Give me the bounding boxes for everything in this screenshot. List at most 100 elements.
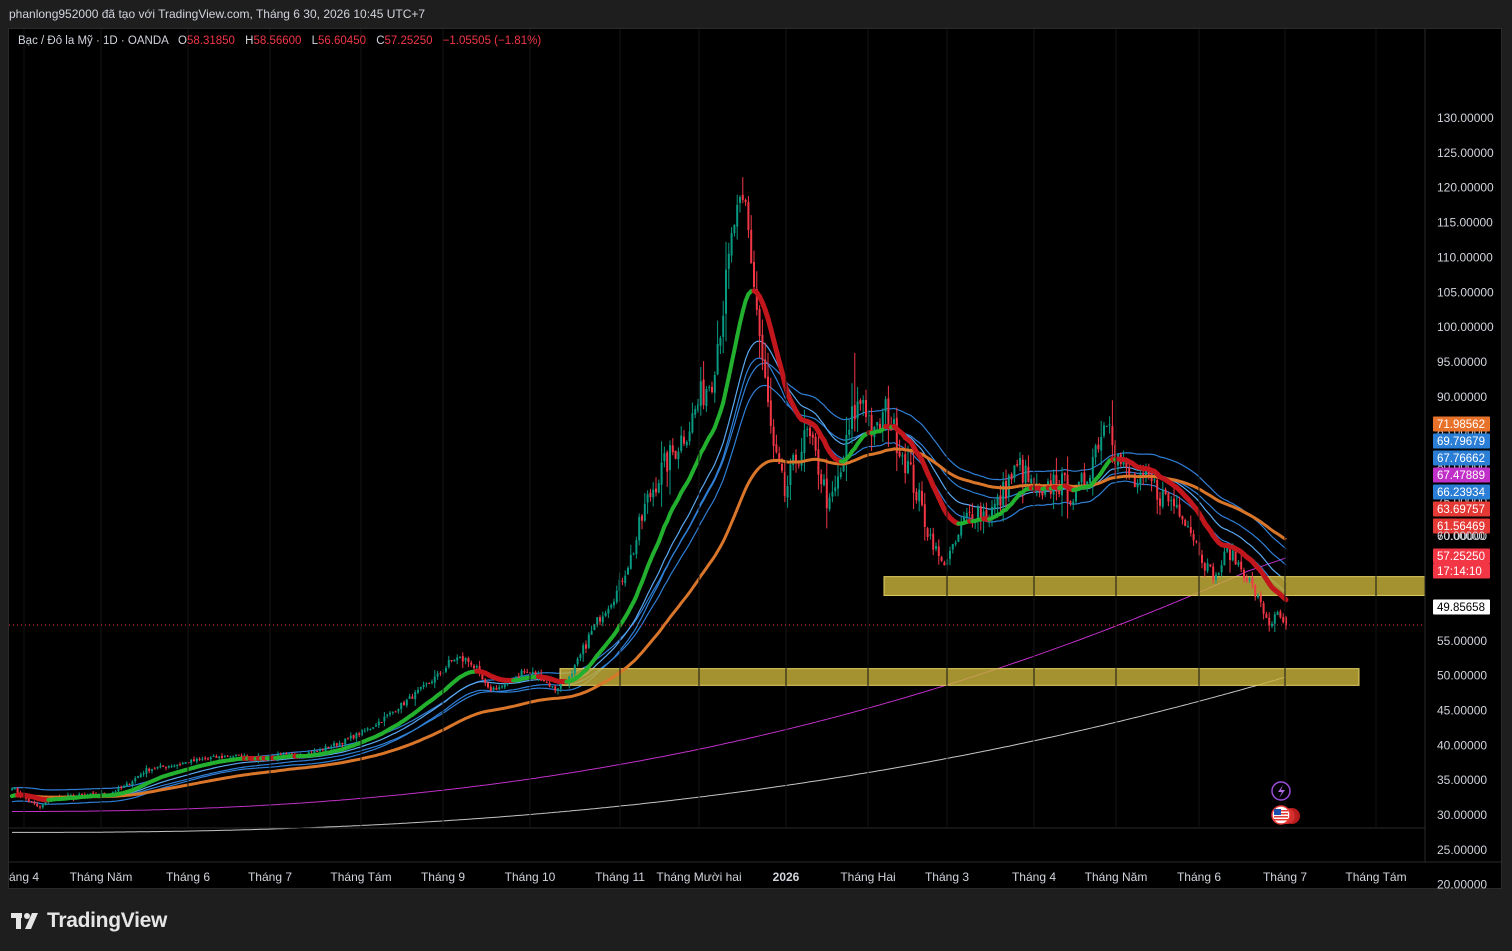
candle [741,177,744,204]
x-tick-label: Tháng Hai [840,870,895,884]
candle [131,780,134,788]
price-chart[interactable]: 130.00000 125.00000 120.00000 115.00000 110.… [0,0,1512,951]
y-tick-label: 115.00000 [1437,216,1493,230]
candle [1240,555,1243,573]
candle [352,734,355,740]
support-zone-2[interactable] [559,668,1360,686]
candle [727,242,730,289]
candle [523,668,526,674]
candle [932,527,935,556]
candle [876,421,879,431]
lightning-icon[interactable] [1271,781,1291,801]
candle [139,772,142,779]
x-tick-label: Tháng Tám [1345,870,1406,884]
candle [747,196,750,239]
us-flag-events-icon[interactable] [1271,805,1300,825]
candle [1181,515,1184,525]
candle [551,685,554,688]
candle [349,732,352,742]
candle [173,764,176,768]
candle [330,744,333,750]
candle [1234,550,1237,565]
open-label: O [178,35,187,47]
candle [652,482,655,507]
candle [627,565,629,575]
candle [873,425,876,446]
candle [607,605,610,618]
candle [657,479,660,494]
candle [764,342,767,379]
svg-text:67.47889: 67.47889 [1437,470,1485,482]
candle [739,195,741,213]
candle [610,603,613,610]
candle [750,215,753,264]
candle [993,499,996,515]
candle [881,408,884,442]
candle [1173,488,1175,514]
candle [772,419,775,462]
candle [722,300,725,354]
candle [470,660,473,668]
candle [436,670,439,680]
candle [965,507,968,521]
candle [195,757,198,764]
candle [744,198,747,207]
candle [691,402,694,434]
y-tick-label: 50.00000 [1437,669,1487,683]
candle [39,805,41,810]
candle [1061,467,1063,517]
candle [736,194,739,240]
candle [445,665,447,674]
candle [663,446,666,468]
candle [125,781,128,787]
candle [148,767,151,774]
candle [688,421,691,446]
candle [439,670,442,677]
candle [363,728,366,733]
candle [604,610,607,618]
candle [403,700,405,706]
candle [1189,515,1192,537]
support-zone-1[interactable] [883,576,1426,596]
candle [979,502,982,531]
candle [954,540,957,547]
candle [839,467,842,480]
candle [1254,584,1257,601]
price-tag: 69.79679 [1433,433,1490,449]
candle [949,546,951,566]
candle [828,493,831,512]
candle [814,432,817,457]
close-value: 57.25250 [384,35,433,47]
symbol-legend[interactable]: Bạc / Đô la Mỹ · 1D · OANDA O58.31850 H5… [18,35,548,47]
candle [683,430,685,447]
candle [786,475,789,508]
candle [498,684,501,691]
candle [456,654,459,665]
candle [638,513,641,546]
x-tick-label: Tháng 9 [421,870,465,884]
candle [940,555,943,563]
y-tick-label: 35.00000 [1437,773,1487,787]
candle [375,722,377,727]
y-tick-label: 95.00000 [1437,355,1487,369]
candle [1069,500,1072,507]
candle [447,655,450,669]
candle [960,516,963,539]
ema-20-ribbon [10,288,1289,803]
candle [713,371,716,403]
symbol-label[interactable]: Bạc / Đô la Mỹ · 1D · OANDA [18,35,169,47]
candle [1108,416,1111,434]
candle [408,693,411,699]
candle [708,384,711,392]
candle [153,766,156,770]
candle [825,458,828,529]
candle [464,657,467,665]
candle [915,488,918,504]
candle [209,756,212,762]
candle [943,560,946,566]
candle [425,682,428,688]
y-tick-label: 25.00000 [1437,843,1487,857]
candle [422,681,425,690]
candle [380,721,383,723]
candle [165,766,167,771]
